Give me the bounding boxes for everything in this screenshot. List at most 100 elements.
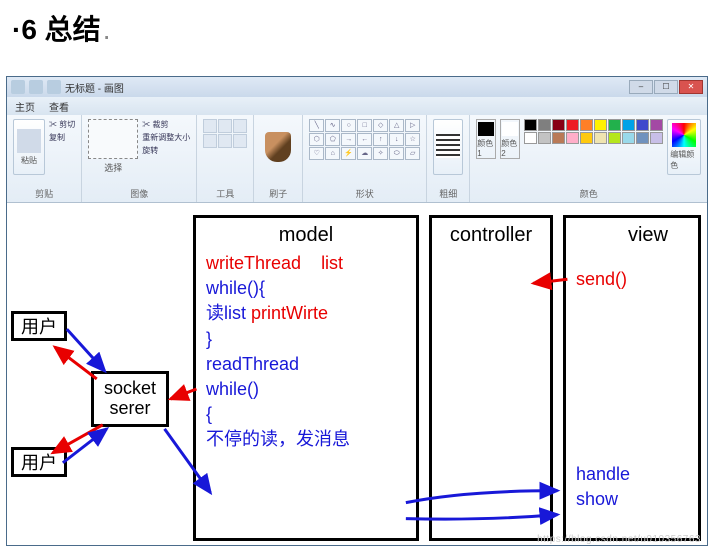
size-button[interactable]	[433, 119, 463, 175]
model-l8: 不停的读，发消息	[206, 427, 406, 452]
shapes-group-label: 形状	[309, 187, 420, 200]
copy-button[interactable]: 复制	[49, 132, 75, 143]
model-l6: while()	[206, 377, 406, 402]
color1-button[interactable]: 颜色 1	[476, 119, 496, 159]
socket-box: socket serer	[91, 371, 169, 427]
paint-window: 无标题 - 画图 – ☐ ✕ 主页 查看 粘贴 ✂ 剪切 复制 剪贴	[6, 76, 708, 546]
minimize-button[interactable]: –	[629, 80, 653, 94]
ribbon-group-tools: 工具	[197, 115, 254, 202]
edit-colors-icon	[672, 123, 696, 147]
ribbon: 粘贴 ✂ 剪切 复制 剪贴 选择 ✂ 裁剪 重新调整大小 旋转	[7, 115, 707, 203]
palette-swatch[interactable]	[580, 132, 593, 144]
model-l5: readThread	[206, 352, 406, 377]
page-heading: 6 总结	[0, 0, 722, 56]
tab-view[interactable]: 查看	[49, 99, 69, 114]
palette-swatch[interactable]	[566, 132, 579, 144]
select-label: 选择	[104, 161, 122, 174]
maximize-button[interactable]: ☐	[654, 80, 678, 94]
palette-swatch[interactable]	[594, 132, 607, 144]
paste-label: 粘贴	[21, 155, 37, 166]
palette-swatch[interactable]	[608, 132, 621, 144]
image-group-label: 图像	[88, 187, 190, 200]
eraser-tool[interactable]	[203, 134, 217, 148]
size-icon	[436, 134, 460, 158]
qat-redo-button[interactable]	[47, 80, 61, 94]
controller-title: controller	[442, 224, 540, 247]
palette-swatch[interactable]	[622, 132, 635, 144]
color1-label: 颜色 1	[477, 138, 495, 158]
view-box: view send() handle show	[563, 215, 701, 541]
color2-swatch	[502, 122, 518, 136]
watermark: https://blog.csdn.net/u010356763	[537, 534, 701, 545]
ribbon-group-clipboard: 粘贴 ✂ 剪切 复制 剪贴	[7, 115, 82, 202]
select-button[interactable]	[88, 119, 138, 159]
shape-gallery[interactable]: ╲∿○□◇△▷ ⬡⬠→←↑↓☆ ♡⌂⚡☁✧⬭▱	[309, 119, 420, 160]
ribbon-group-colors: 颜色 1 颜色 2 编辑颜色 颜色	[470, 115, 708, 202]
palette-swatch[interactable]	[524, 132, 537, 144]
model-l1b: list	[321, 253, 343, 273]
canvas[interactable]: 用户 用户 socket serer model writeThread lis…	[7, 203, 707, 546]
ribbon-group-brush: 刷子	[254, 115, 303, 202]
ribbon-tabs: 主页 查看	[7, 97, 707, 115]
color2-label: 颜色 2	[501, 138, 519, 158]
color-palette[interactable]	[524, 119, 663, 144]
ribbon-group-image: 选择 ✂ 裁剪 重新调整大小 旋转 图像	[82, 115, 197, 202]
model-box: model writeThread list while(){ 读list pr…	[193, 215, 419, 541]
view-l2: handle	[576, 462, 688, 487]
view-title: view	[576, 224, 688, 247]
model-l3a: 读list	[206, 303, 246, 323]
tool-grid	[203, 119, 247, 148]
palette-swatch[interactable]	[650, 132, 663, 144]
brush-icon	[265, 132, 291, 162]
qat-save-button[interactable]	[11, 80, 25, 94]
colors-group-label: 颜色	[476, 187, 701, 200]
qat-undo-button[interactable]	[29, 80, 43, 94]
palette-swatch[interactable]	[650, 119, 663, 131]
model-l3b: printWirte	[251, 303, 328, 323]
palette-swatch[interactable]	[524, 119, 537, 131]
resize-button[interactable]: 重新调整大小	[142, 132, 190, 143]
picker-tool[interactable]	[218, 134, 232, 148]
socket-line1: socket	[104, 379, 156, 399]
tools-group-label: 工具	[203, 187, 247, 200]
color2-button[interactable]: 颜色 2	[500, 119, 520, 159]
model-l7: {	[206, 402, 406, 427]
crop-button[interactable]: ✂ 裁剪	[142, 119, 190, 130]
model-title: model	[206, 224, 406, 247]
palette-swatch[interactable]	[538, 132, 551, 144]
size-group-label: 粗细	[433, 187, 463, 200]
palette-swatch[interactable]	[552, 132, 565, 144]
palette-swatch[interactable]	[538, 119, 551, 131]
close-button[interactable]: ✕	[679, 80, 703, 94]
palette-swatch[interactable]	[552, 119, 565, 131]
edit-colors-label: 编辑颜色	[670, 149, 698, 171]
palette-swatch[interactable]	[622, 119, 635, 131]
model-l1a: writeThread	[206, 253, 301, 273]
palette-swatch[interactable]	[636, 132, 649, 144]
view-l3: show	[576, 487, 688, 512]
rotate-button[interactable]: 旋转	[142, 145, 190, 156]
palette-swatch[interactable]	[636, 119, 649, 131]
user2-box: 用户	[11, 447, 67, 477]
socket-line2: serer	[109, 399, 150, 419]
text-tool[interactable]	[233, 119, 247, 133]
pencil-tool[interactable]	[203, 119, 217, 133]
paste-icon	[17, 129, 41, 153]
window-title: 无标题 - 画图	[65, 80, 124, 95]
ribbon-group-size: 粗细	[427, 115, 470, 202]
palette-swatch[interactable]	[608, 119, 621, 131]
zoom-tool[interactable]	[233, 134, 247, 148]
brush-button[interactable]	[260, 119, 296, 175]
palette-swatch[interactable]	[580, 119, 593, 131]
palette-swatch[interactable]	[566, 119, 579, 131]
tab-home[interactable]: 主页	[15, 99, 35, 114]
palette-swatch[interactable]	[594, 119, 607, 131]
edit-colors-button[interactable]: 编辑颜色	[667, 119, 701, 175]
brush-group-label: 刷子	[260, 187, 296, 200]
paste-button[interactable]: 粘贴	[13, 119, 45, 175]
fill-tool[interactable]	[218, 119, 232, 133]
view-l1: send()	[576, 267, 688, 292]
controller-box: controller	[429, 215, 553, 541]
cut-button[interactable]: ✂ 剪切	[49, 119, 75, 130]
color1-swatch	[478, 122, 494, 136]
